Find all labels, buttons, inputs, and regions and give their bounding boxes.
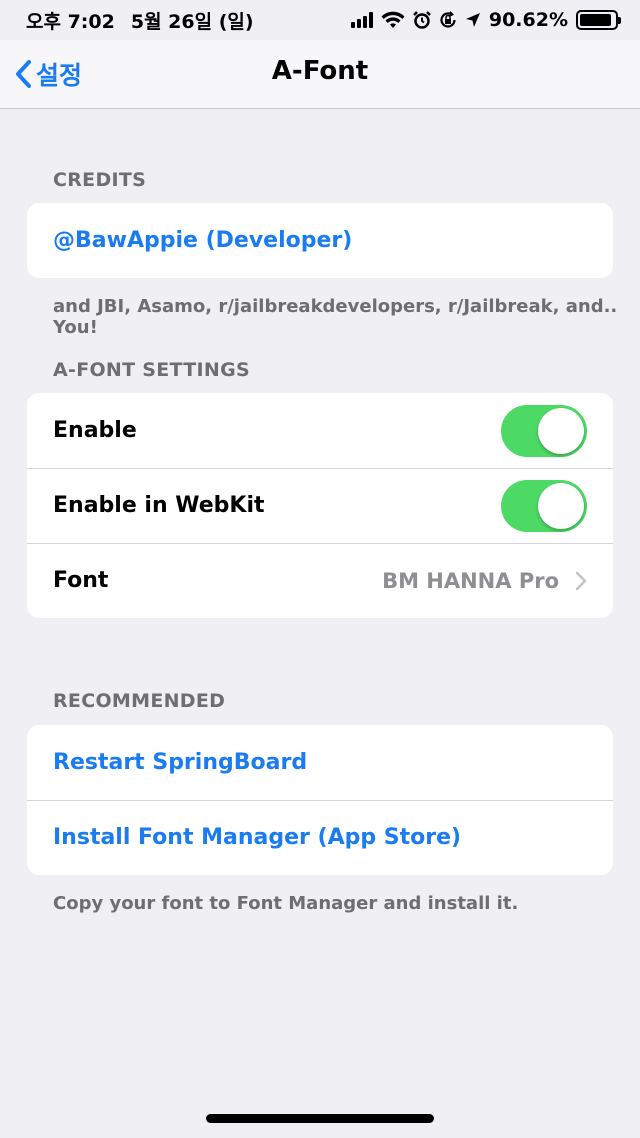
- credits-group: @BawAppie (Developer): [27, 203, 613, 278]
- location-arrow-icon: [465, 13, 480, 27]
- webkit-row: Enable in WebKit: [27, 468, 613, 543]
- toggle-knob: [538, 482, 584, 529]
- recommended-group: Restart SpringBoard Install Font Manager…: [27, 725, 613, 875]
- status-date: 5월 26일 (일): [130, 10, 254, 33]
- enable-toggle[interactable]: [501, 404, 587, 457]
- credits-header: CREDITS: [53, 169, 147, 191]
- install-font-manager-button[interactable]: Install Font Manager (App Store): [27, 800, 613, 875]
- settings-header: A-FONT SETTINGS: [53, 359, 250, 381]
- navigation-bar: 설정 A-Font: [0, 40, 640, 109]
- status-left: 오후 7:02 5월 26일 (일): [26, 7, 254, 34]
- enable-label: Enable: [53, 418, 137, 443]
- battery-level-fill: [580, 14, 611, 26]
- status-bar: 오후 7:02 5월 26일 (일) 90.62%: [0, 0, 640, 40]
- chevron-right-icon: [575, 571, 587, 590]
- restart-springboard-button[interactable]: Restart SpringBoard: [27, 725, 613, 800]
- enable-row: Enable: [27, 393, 613, 468]
- battery-percent: 90.62%: [488, 9, 568, 31]
- developer-link[interactable]: @BawAppie (Developer): [27, 203, 613, 278]
- orientation-lock-icon: [440, 11, 456, 28]
- recommended-header: RECOMMENDED: [53, 690, 226, 712]
- font-row[interactable]: Font BM HANNA Pro: [27, 543, 613, 618]
- battery-icon: [576, 10, 621, 30]
- alarm-icon: [412, 11, 431, 29]
- settings-group: Enable Enable in WebKit Font BM HANNA Pr…: [27, 393, 613, 618]
- webkit-toggle[interactable]: [501, 479, 587, 532]
- recommended-footer: Copy your font to Font Manager and insta…: [53, 893, 519, 914]
- font-value: BM HANNA Pro: [382, 568, 559, 593]
- toggle-knob: [538, 407, 584, 454]
- font-label: Font: [53, 568, 109, 593]
- wifi-icon: [381, 11, 405, 28]
- status-right: 90.62%: [350, 9, 621, 31]
- cellular-signal-icon: [350, 12, 373, 28]
- page-title: A-Font: [271, 56, 369, 86]
- credits-footer: and JBI, Asamo, r/jailbreakdevelopers, r…: [53, 296, 618, 338]
- home-indicator[interactable]: [206, 1114, 434, 1123]
- status-time: 오후 7:02: [26, 10, 115, 33]
- webkit-label: Enable in WebKit: [53, 493, 265, 518]
